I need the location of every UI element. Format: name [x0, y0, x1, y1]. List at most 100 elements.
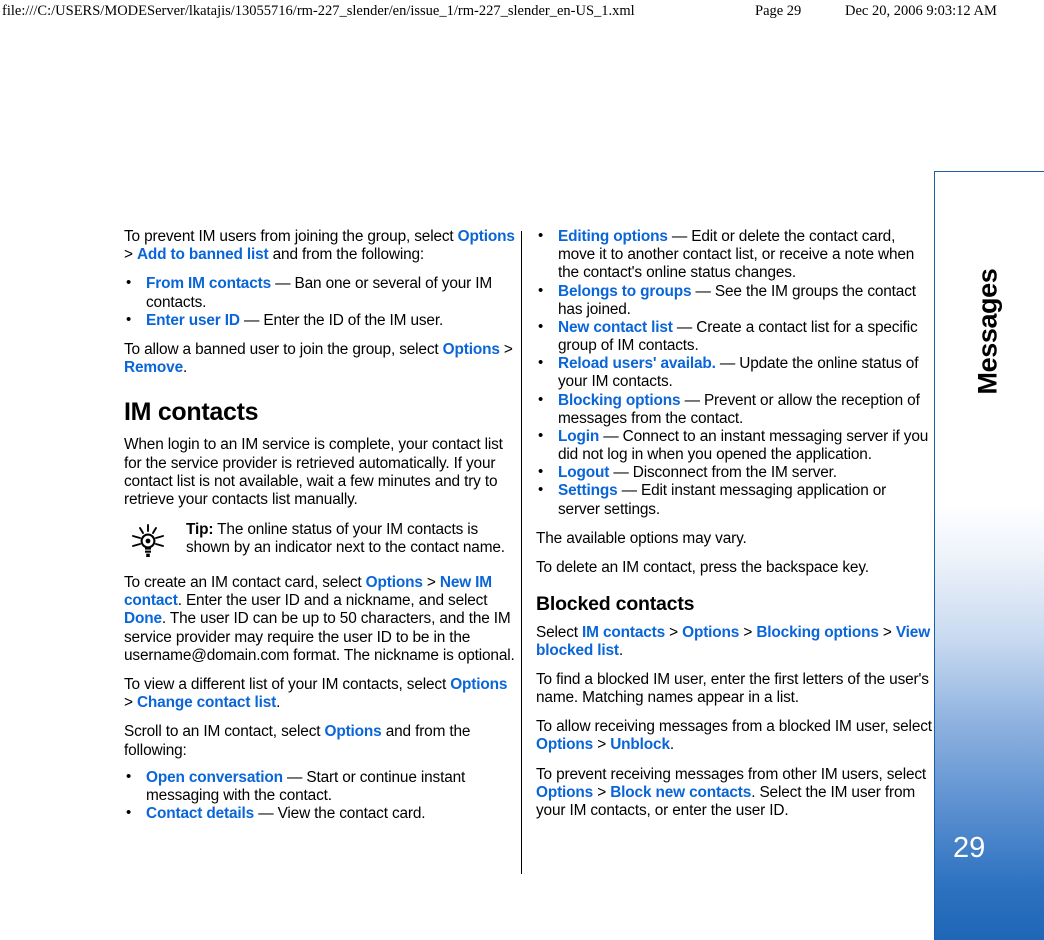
tip-text: The online status of your IM contacts is… [186, 521, 505, 557]
menu-separator: > [739, 623, 757, 641]
menu-ref-logout[interactable]: Logout [558, 464, 609, 481]
chapter-tab: Messages 29 [934, 171, 1044, 940]
menu-ref-options[interactable]: Options [536, 784, 593, 801]
menu-ref-remove[interactable]: Remove [124, 359, 183, 376]
column-divider [521, 231, 522, 874]
right-text-column: Editing options — Edit or delete the con… [536, 227, 932, 831]
menu-separator: > [593, 736, 611, 754]
menu-ref-unblock[interactable]: Unblock [610, 736, 670, 753]
menu-ref-options[interactable]: Options [443, 341, 500, 358]
paragraph-prevent-join: To prevent IM users from joining the gro… [124, 228, 520, 264]
menu-ref-blocking-options[interactable]: Blocking options [558, 392, 681, 409]
menu-ref-done[interactable]: Done [124, 610, 162, 627]
text-run: . [276, 694, 281, 712]
text-run: . [182, 359, 188, 377]
list-item: New contact list — Create a contact list… [536, 318, 932, 355]
list-item: Logout — Disconnect from the IM server. [536, 463, 932, 482]
list-item: Login — Connect to an instant messaging … [536, 427, 932, 464]
menu-separator: > [124, 246, 137, 264]
text-run: . Enter the user ID and a nickname, and … [177, 592, 488, 610]
list-item: Open conversation — Start or continue in… [124, 768, 520, 805]
paragraph-create-contact-card: To create an IM contact card, select Opt… [124, 574, 520, 665]
em-dash: — [691, 282, 715, 300]
list-item: Belongs to groups — See the IM groups th… [536, 282, 932, 319]
menu-ref-block-new-contacts[interactable]: Block new contacts [610, 784, 751, 801]
menu-ref-options[interactable]: Options [536, 736, 593, 753]
em-dash: — [715, 355, 740, 373]
list-item-description: Disconnect from the IM server. [632, 464, 837, 482]
tip-callout: Tip: The online status of your IM contac… [124, 521, 520, 561]
chapter-tab-label: Messages [972, 268, 1003, 395]
list-item: Contact details — View the contact card. [124, 804, 520, 823]
menu-ref-options[interactable]: Options [450, 676, 507, 693]
em-dash: — [609, 464, 633, 482]
em-dash: — [282, 768, 307, 786]
text-run: Scroll to an IM contact, select [124, 723, 325, 741]
menu-ref-options[interactable]: Options [682, 624, 739, 641]
menu-ref-options[interactable]: Options [325, 723, 382, 740]
menu-ref-enter-user-id[interactable]: Enter user ID [146, 312, 240, 329]
em-dash: — [672, 318, 697, 336]
text-run: To view a different list of your IM cont… [124, 676, 451, 693]
list-item: Editing options — Edit or delete the con… [536, 227, 932, 283]
paragraph-delete-im-contact: To delete an IM contact, press the backs… [536, 558, 869, 576]
document-page: To prevent IM users from joining the gro… [0, 0, 1044, 940]
menu-separator: > [124, 694, 137, 712]
menu-ref-from-im-contacts[interactable]: From IM contacts [146, 275, 271, 292]
paragraph-allow-receiving: To allow receiving messages from a block… [536, 718, 932, 754]
text-run: To prevent receiving messages from other… [536, 765, 927, 783]
menu-ref-belongs-to-groups[interactable]: Belongs to groups [558, 283, 692, 300]
list-item: Reload users' availab. — Update the onli… [536, 354, 932, 391]
text-run: . [618, 641, 624, 659]
list-item: Enter user ID — Enter the ID of the IM u… [124, 311, 520, 330]
paragraph-scroll-to-contact: Scroll to an IM contact, select Options … [124, 723, 520, 759]
paragraph-options-may-vary: The available options may vary. [536, 529, 747, 547]
menu-ref-editing-options[interactable]: Editing options [558, 228, 668, 245]
menu-ref-add-to-banned-list[interactable]: Add to banned list [137, 246, 269, 263]
text-run: To create an IM contact card, select [124, 574, 366, 592]
em-dash: — [667, 228, 692, 245]
text-run: and from the following: [268, 246, 425, 264]
menu-ref-blocking-options[interactable]: Blocking options [756, 624, 879, 641]
menu-separator: > [593, 783, 611, 801]
menu-ref-open-conversation[interactable]: Open conversation [146, 769, 283, 786]
list-item: Settings — Edit instant messaging applic… [536, 481, 932, 518]
em-dash: — [599, 427, 623, 445]
em-dash: — [239, 311, 264, 329]
menu-ref-options[interactable]: Options [366, 574, 423, 591]
paragraph-select-view-blocked-list: Select IM contacts > Options > Blocking … [536, 624, 932, 660]
list-item: From IM contacts — Ban one or several of… [124, 274, 520, 311]
menu-ref-new-contact-list[interactable]: New contact list [558, 319, 673, 336]
menu-ref-settings[interactable]: Settings [558, 482, 618, 499]
menu-ref-im-contacts[interactable]: IM contacts [582, 624, 665, 641]
menu-separator: > [665, 623, 683, 641]
tip-label: Tip: [186, 521, 214, 539]
left-text-column: To prevent IM users from joining the gro… [124, 228, 520, 834]
menu-ref-login[interactable]: Login [558, 428, 599, 445]
menu-ref-reload-users-availab[interactable]: Reload users' availab. [558, 355, 716, 372]
em-dash: — [271, 275, 295, 293]
em-dash: — [617, 482, 642, 500]
lightbulb-tip-icon [128, 523, 168, 561]
menu-ref-contact-details[interactable]: Contact details [146, 805, 254, 822]
paragraph-find-blocked-user: To find a blocked IM user, enter the fir… [536, 670, 929, 707]
text-run: . [669, 736, 674, 754]
list-item-description: Enter the ID of the IM user. [263, 311, 444, 329]
paragraph-view-different-list: To view a different list of your IM cont… [124, 676, 520, 712]
bullet-list-banned-options: From IM contacts — Ban one or several of… [124, 274, 520, 330]
paragraph-login-complete: When login to an IM service is complete,… [124, 436, 503, 508]
paragraph-allow-banned-user: To allow a banned user to join the group… [124, 341, 520, 377]
menu-ref-options[interactable]: Options [458, 228, 515, 245]
text-run: To prevent IM users from joining the gro… [124, 228, 458, 245]
paragraph-prevent-receiving: To prevent receiving messages from other… [536, 766, 932, 821]
em-dash: — [680, 391, 704, 409]
em-dash: — [254, 805, 278, 823]
text-run: To allow a banned user to join the group… [124, 340, 443, 358]
text-run: . The user ID can be up to 50 characters… [124, 610, 515, 664]
menu-separator: > [878, 623, 896, 641]
page-number: 29 [953, 832, 986, 864]
menu-ref-change-contact-list[interactable]: Change contact list [137, 694, 276, 711]
section-heading-im-contacts: IM contacts [124, 398, 259, 427]
menu-separator: > [422, 574, 440, 592]
bullet-list-contact-options: Open conversation — Start or continue in… [124, 768, 520, 824]
